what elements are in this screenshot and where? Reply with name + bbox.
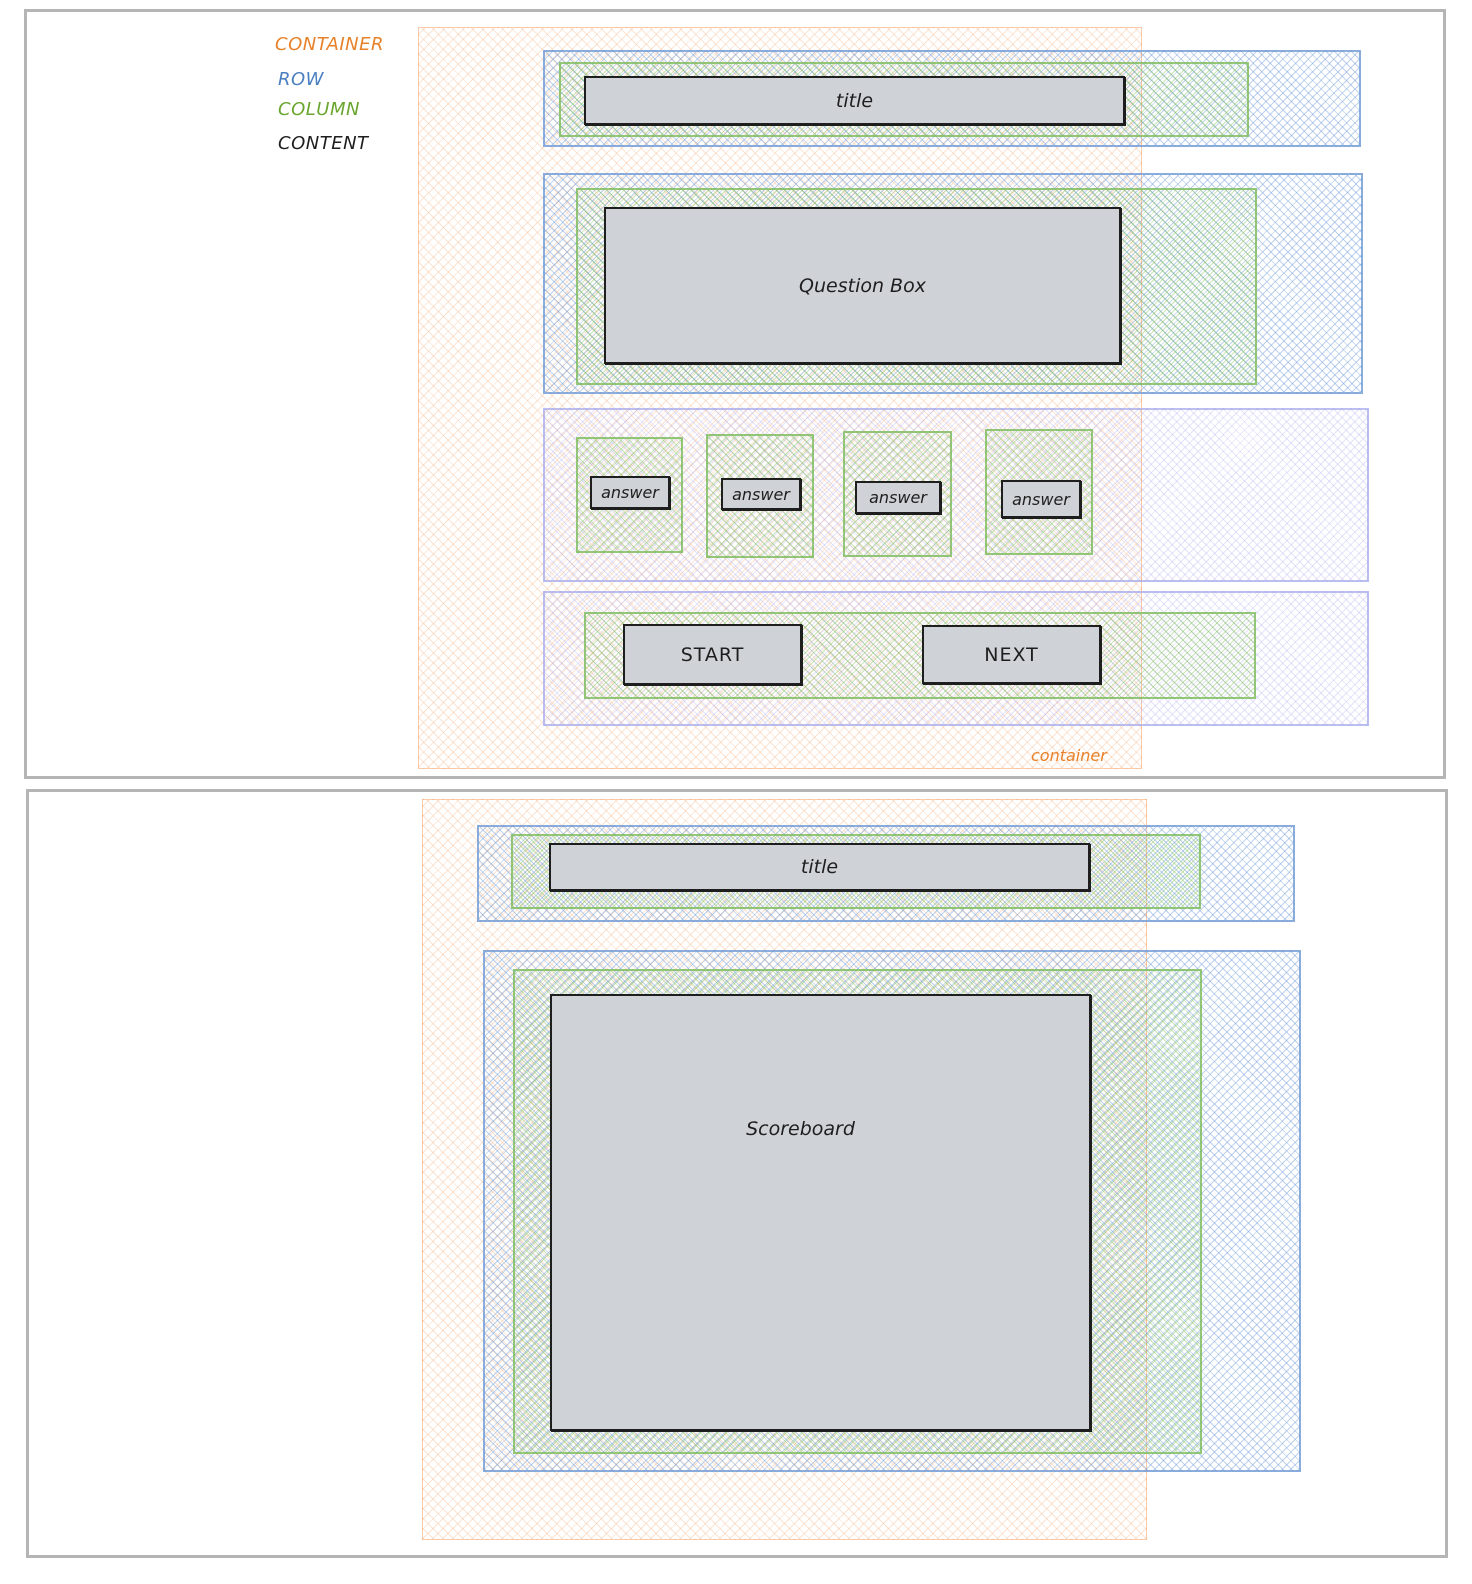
question-box: Question Box bbox=[604, 207, 1121, 364]
legend-column: COLUMN bbox=[278, 99, 360, 120]
answer-button-2[interactable]: answer bbox=[721, 478, 801, 510]
title-box: title bbox=[584, 76, 1125, 125]
legend-content: CONTENT bbox=[278, 133, 369, 154]
answer-button-1[interactable]: answer bbox=[590, 476, 670, 509]
start-button[interactable]: START bbox=[623, 624, 802, 685]
scoreboard-box: Scoreboard bbox=[550, 994, 1091, 1431]
next-button[interactable]: NEXT bbox=[922, 625, 1101, 684]
legend-container: CONTAINER bbox=[275, 34, 385, 55]
answer-button-4[interactable]: answer bbox=[1001, 480, 1081, 518]
title-box-score: title bbox=[549, 843, 1090, 891]
answer-button-3[interactable]: answer bbox=[855, 481, 941, 514]
container-label: container bbox=[1031, 746, 1107, 765]
legend-row: ROW bbox=[278, 69, 324, 90]
